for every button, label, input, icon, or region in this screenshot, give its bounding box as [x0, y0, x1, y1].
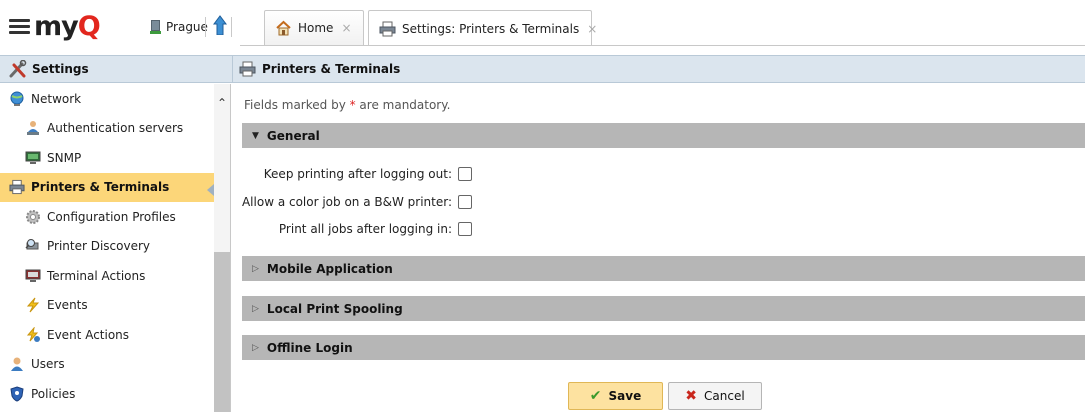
- section-mobile-application[interactable]: ▷ Mobile Application: [242, 256, 1085, 281]
- top-bar: myQ Prague Home × Settings: Printers & T…: [0, 0, 1085, 54]
- server-name: Prague: [166, 20, 208, 34]
- sidebar-item-configuration-profiles[interactable]: Configuration Profiles: [0, 202, 215, 232]
- shield-icon: [9, 386, 25, 402]
- app-logo[interactable]: myQ: [34, 12, 101, 42]
- print-all-jobs-checkbox[interactable]: [458, 222, 472, 236]
- section-title: Local Print Spooling: [266, 301, 403, 316]
- sidebar-item-label: Authentication servers: [47, 121, 184, 136]
- close-icon[interactable]: ×: [587, 22, 597, 36]
- sidebar-item-authentication-servers[interactable]: Authentication servers: [0, 114, 215, 144]
- sidebar-item-events[interactable]: Events: [0, 291, 215, 321]
- close-icon: ✖: [685, 388, 698, 404]
- section-offline-login[interactable]: ▷ Offline Login: [242, 335, 1085, 360]
- sidebar-scrollbar-thumb[interactable]: [214, 252, 230, 412]
- section-local-print-spooling[interactable]: ▷ Local Print Spooling: [242, 296, 1085, 321]
- close-icon[interactable]: ×: [341, 21, 351, 35]
- tab-settings-printers-terminals[interactable]: Settings: Printers & Terminals ×: [368, 10, 597, 46]
- sidebar-title: Settings: [32, 62, 89, 76]
- save-label: Save: [608, 389, 642, 403]
- event-action-icon: [25, 325, 41, 343]
- tab-label: Home: [298, 21, 334, 35]
- printer-icon: [239, 61, 256, 77]
- tools-icon: [9, 60, 27, 78]
- cancel-button[interactable]: ✖ Cancel: [668, 382, 762, 410]
- field-allow-color-job: Allow a color job on a B&W printer:: [232, 192, 472, 212]
- sidebar-item-label: Policies: [31, 386, 76, 401]
- field-label: Keep printing after logging out:: [263, 167, 452, 181]
- sidebar: Network Authentication servers SNMP Prin…: [0, 84, 231, 412]
- section-title: Mobile Application: [266, 261, 393, 276]
- selection-indicator: [207, 184, 214, 196]
- sidebar-item-label: SNMP: [47, 150, 82, 165]
- tab-label: Settings: Printers & Terminals: [402, 21, 580, 36]
- server-indicator[interactable]: Prague: [150, 17, 208, 37]
- sidebar-item-label: Printer Discovery: [47, 239, 151, 254]
- sidebar-item-printers-terminals[interactable]: Printers & Terminals: [0, 172, 215, 202]
- user-icon: [9, 356, 25, 372]
- field-label: Allow a color job on a B&W printer:: [241, 195, 452, 209]
- printer-icon: [379, 21, 396, 37]
- printer-search-icon: [25, 238, 41, 254]
- field-keep-printing: Keep printing after logging out:: [232, 164, 472, 184]
- sidebar-item-label: Events: [47, 298, 88, 313]
- user-server-icon: [25, 120, 41, 136]
- section-title: General: [266, 128, 320, 143]
- server-icon: [150, 20, 161, 34]
- sidebar-item-label: Printers & Terminals: [31, 180, 170, 195]
- divider: [205, 17, 206, 37]
- terminal-icon: [25, 268, 41, 284]
- cancel-label: Cancel: [704, 389, 745, 403]
- allow-color-job-checkbox[interactable]: [458, 195, 472, 209]
- section-general[interactable]: ▼ General: [242, 123, 1085, 148]
- sidebar-item-snmp[interactable]: SNMP: [0, 143, 215, 173]
- sidebar-item-label: Terminal Actions: [47, 268, 146, 283]
- checkmark-icon: ✔: [589, 388, 602, 404]
- sidebar-item-network[interactable]: Network: [0, 84, 215, 114]
- sidebar-item-label: Configuration Profiles: [47, 209, 176, 224]
- sidebar-item-terminal-actions[interactable]: Terminal Actions: [0, 261, 215, 291]
- sidebar-nav: Network Authentication servers SNMP Prin…: [0, 84, 215, 409]
- gear-icon: [25, 209, 41, 225]
- save-button[interactable]: ✔ Save: [568, 382, 663, 410]
- section-title: Offline Login: [266, 340, 353, 355]
- sidebar-item-label: Users: [31, 357, 65, 372]
- sidebar-item-users[interactable]: Users: [0, 350, 215, 380]
- sidebar-item-event-actions[interactable]: Event Actions: [0, 320, 215, 350]
- tab-home[interactable]: Home ×: [264, 10, 364, 45]
- main-header: Printers & Terminals: [232, 55, 1085, 83]
- main-content: Fields marked by * are mandatory. ▼ Gene…: [232, 84, 1085, 412]
- home-icon: [275, 20, 292, 36]
- globe-icon: [9, 91, 25, 107]
- sidebar-item-label: Network: [31, 91, 82, 106]
- printer-icon: [9, 179, 25, 195]
- field-label: Print all jobs after logging in:: [278, 222, 452, 236]
- collapsed-arrow-icon: ▷: [252, 342, 259, 353]
- sidebar-item-label: Event Actions: [47, 327, 130, 342]
- collapsed-arrow-icon: ▷: [252, 263, 259, 274]
- update-arrow-icon[interactable]: [213, 15, 227, 35]
- expanded-arrow-icon: ▼: [252, 130, 259, 141]
- hamburger-menu-icon[interactable]: [9, 19, 30, 35]
- sidebar-item-policies[interactable]: Policies: [0, 379, 215, 409]
- field-print-all-jobs: Print all jobs after logging in:: [232, 219, 472, 239]
- page-title: Printers & Terminals: [262, 62, 401, 76]
- divider: [231, 17, 232, 37]
- tab-bar-border: [240, 45, 1085, 46]
- sidebar-header: Settings: [0, 55, 232, 83]
- collapsed-arrow-icon: ▷: [252, 303, 259, 314]
- lightning-icon: [25, 297, 41, 313]
- mandatory-note: Fields marked by * are mandatory.: [244, 98, 451, 112]
- scroll-up-icon[interactable]: ⌃: [217, 96, 227, 110]
- keep-printing-checkbox[interactable]: [458, 167, 472, 181]
- sidebar-item-printer-discovery[interactable]: Printer Discovery: [0, 232, 215, 262]
- monitor-icon: [25, 150, 41, 166]
